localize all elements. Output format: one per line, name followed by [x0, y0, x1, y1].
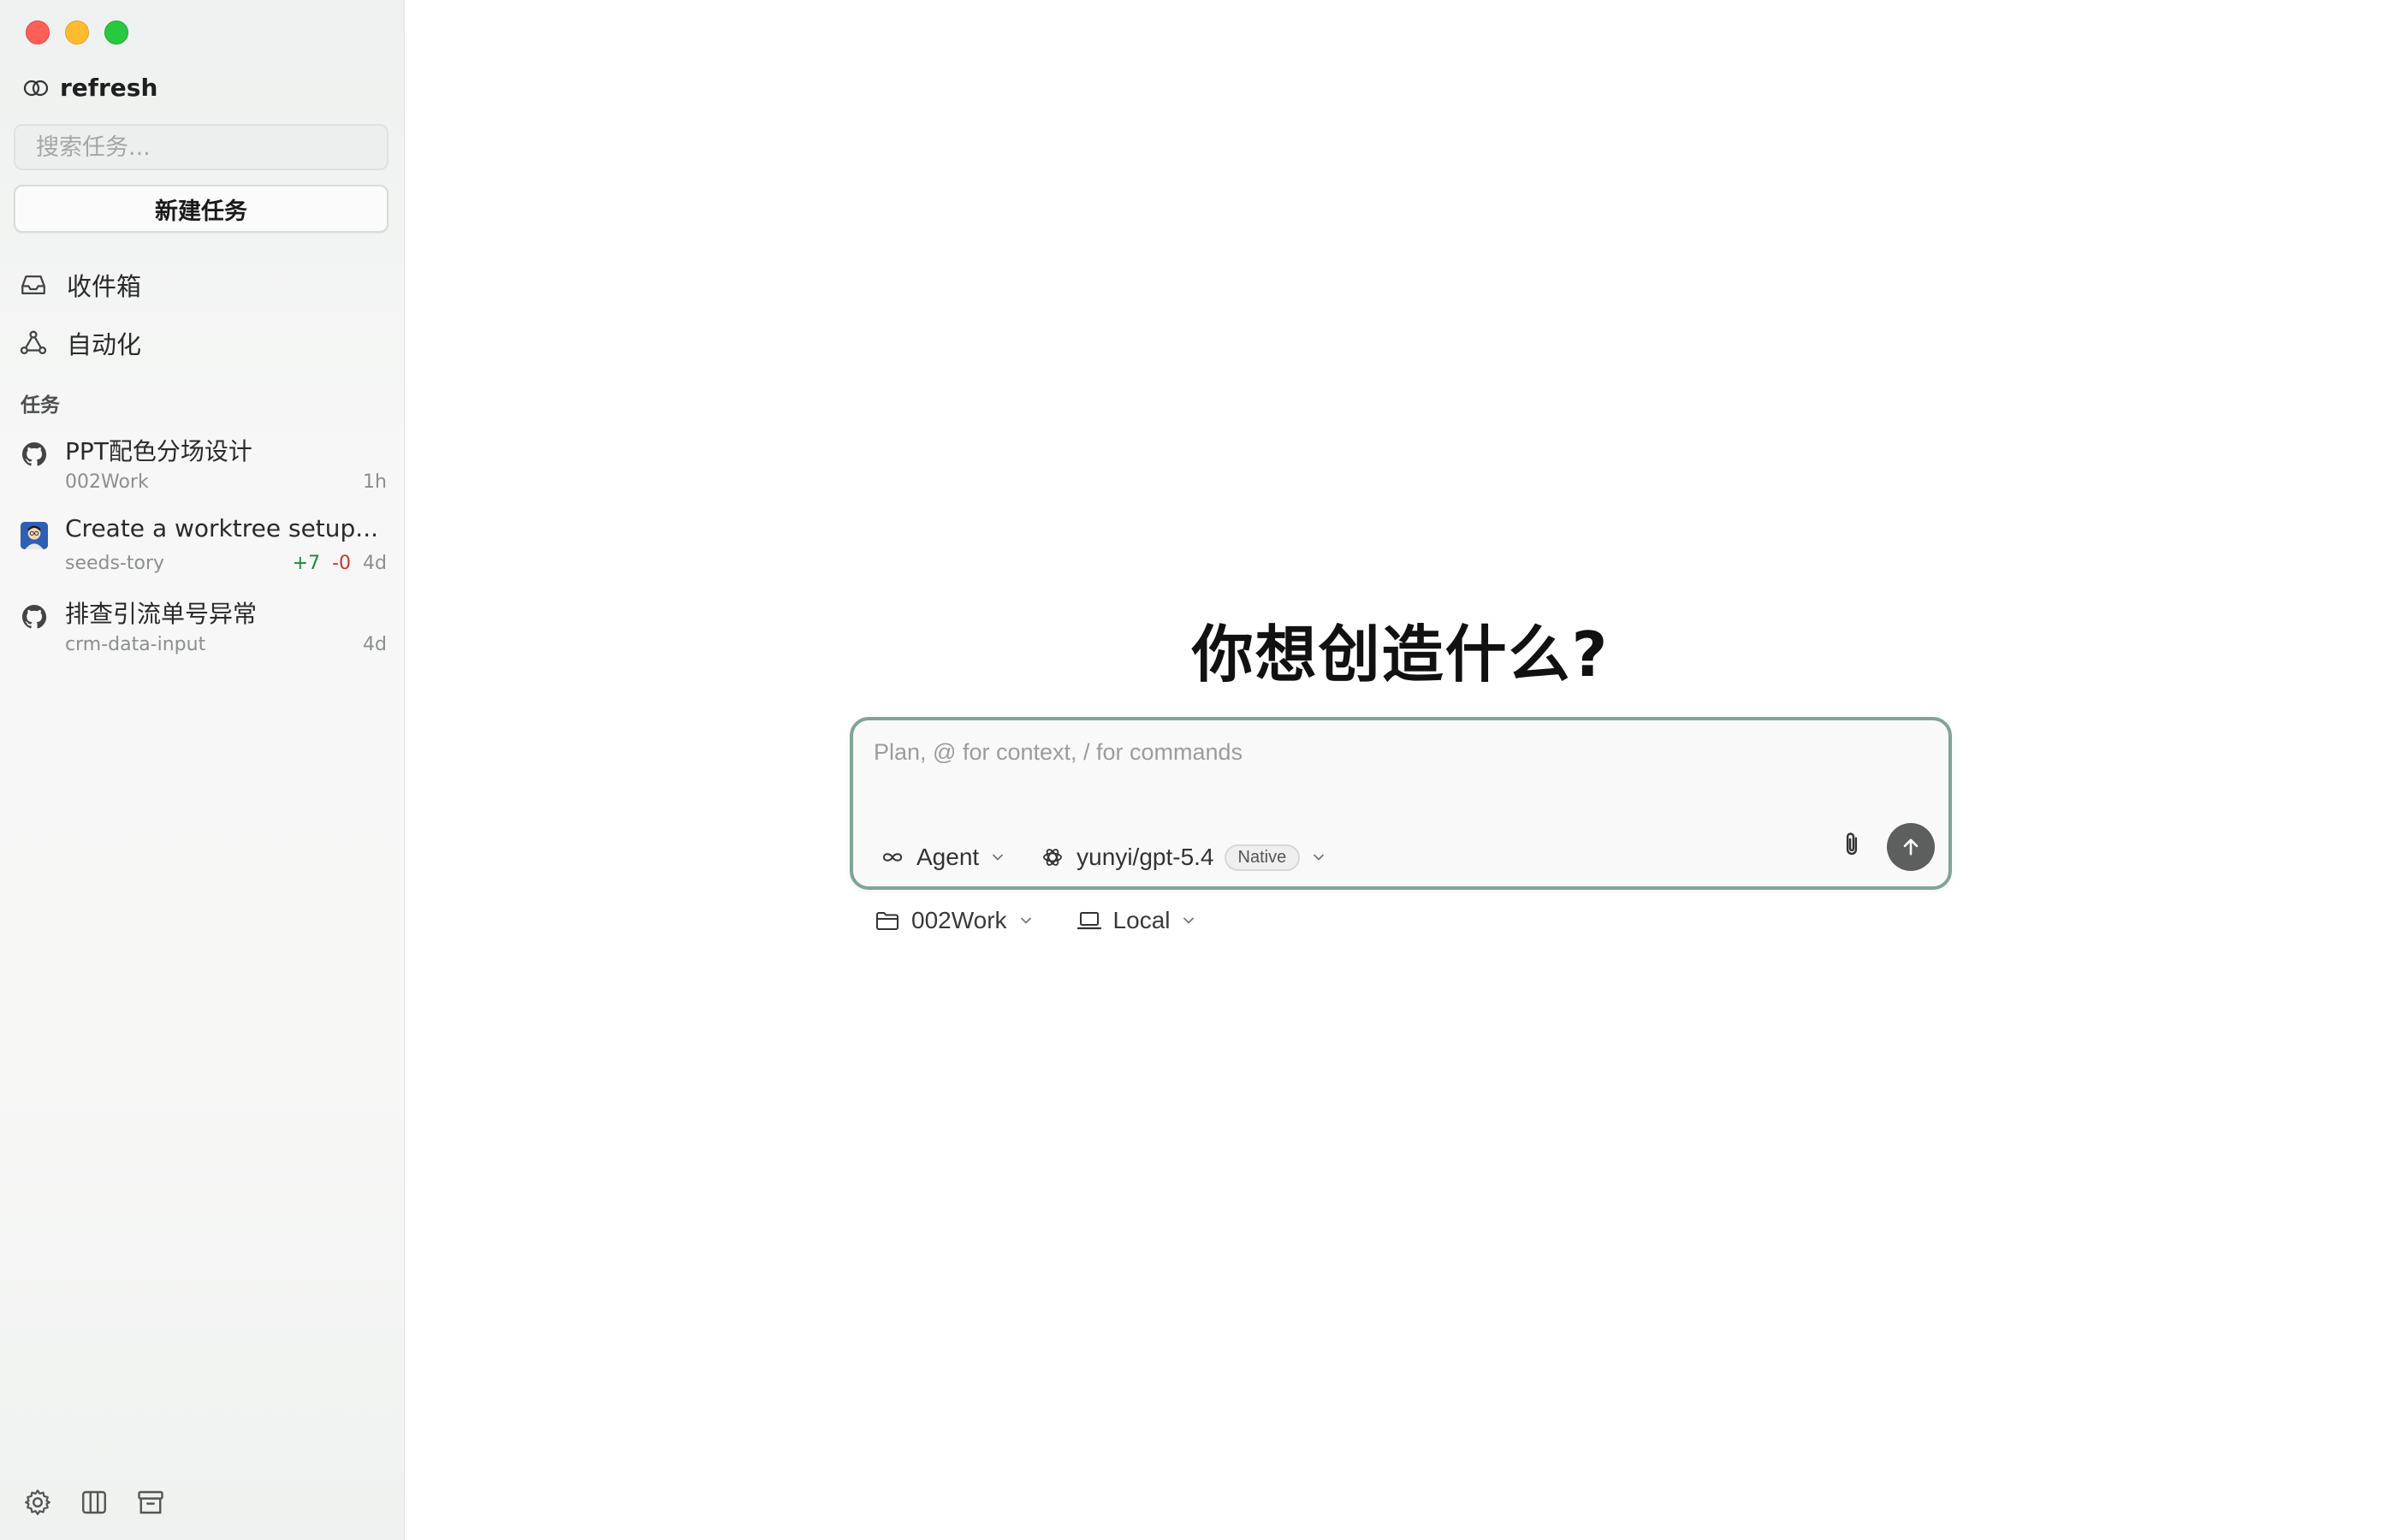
task-age: 4d — [363, 634, 387, 655]
github-icon — [22, 442, 47, 466]
folder-icon — [876, 912, 898, 930]
mode-selector[interactable]: Agent — [879, 844, 1006, 871]
sidebar-item-label: 自动化 — [67, 330, 142, 359]
task-title: Create a worktree setup... — [65, 514, 378, 542]
zoom-window-button[interactable] — [104, 21, 128, 44]
composer: Agent yunyi/gpt-5.4 Native — [850, 717, 1952, 890]
workspace-switcher[interactable]: refresh — [22, 74, 157, 102]
chevron-down-icon — [993, 854, 1004, 861]
automation-icon — [20, 330, 47, 355]
task-title: 排查引流单号异常 — [65, 600, 258, 628]
close-window-button[interactable] — [26, 21, 50, 44]
two-rings-icon — [23, 80, 49, 96]
folder-label: 002Work — [911, 907, 1007, 933]
task-age: 1h — [363, 471, 387, 493]
send-button[interactable] — [1887, 823, 1935, 871]
infinity-icon — [882, 853, 903, 862]
model-label: yunyi/gpt-5.4 — [1076, 844, 1214, 870]
app-window: refresh 新建任务 收件箱 自动化 任务 — [0, 0, 2396, 1540]
environment-selector[interactable]: Local — [1076, 907, 1198, 934]
lines-added: +7 — [292, 553, 321, 574]
folder-selector[interactable]: 002Work — [874, 907, 1035, 934]
new-task-button[interactable]: 新建任务 — [14, 185, 388, 233]
layout-button[interactable] — [79, 1487, 110, 1518]
task-title: PPT配色分场设计 — [65, 437, 252, 465]
settings-icon — [25, 1490, 50, 1515]
settings-button[interactable] — [22, 1487, 53, 1518]
main-panel: 你想创造什么? Agent — [405, 0, 2396, 1540]
laptop-icon — [1076, 912, 1101, 930]
chevron-down-icon — [1183, 917, 1195, 924]
task-meta: 1h — [363, 471, 387, 493]
workspace-name: refresh — [60, 74, 158, 102]
mode-label: Agent — [916, 844, 980, 870]
window-controls — [26, 21, 128, 44]
task-repo: crm-data-input — [65, 634, 206, 655]
paperclip-icon[interactable] — [1839, 830, 1865, 859]
page-title: 你想创造什么? — [1191, 619, 1610, 690]
columns-icon — [82, 1490, 106, 1514]
model-selector[interactable]: yunyi/gpt-5.4 Native — [1039, 844, 1327, 871]
model-badge: Native — [1224, 844, 1301, 871]
tasks-section-title: 任务 — [21, 394, 60, 417]
sidebar-item-inbox[interactable]: 收件箱 — [19, 267, 141, 303]
chevron-down-icon — [1020, 917, 1031, 924]
archive-icon — [138, 1490, 163, 1514]
composer-toolbar: Agent yunyi/gpt-5.4 Native — [879, 844, 1327, 871]
task-age: 4d — [363, 553, 387, 574]
environment-label: Local — [1112, 907, 1171, 933]
archive-button[interactable] — [135, 1487, 166, 1518]
openai-icon — [1043, 849, 1063, 866]
task-list-item[interactable]: Create a worktree setup... seeds-tory +7… — [19, 514, 387, 583]
context-bar: 002Work Local — [874, 907, 1197, 934]
search-input[interactable] — [14, 124, 388, 170]
task-meta: +7 -0 4d — [293, 553, 387, 574]
prompt-input[interactable] — [874, 739, 1926, 791]
inbox-icon — [21, 275, 45, 295]
task-repo: 002Work — [65, 471, 149, 493]
sidebar-item-label: 收件箱 — [67, 272, 142, 301]
task-list-item[interactable]: PPT配色分场设计 002Work 1h — [19, 433, 387, 501]
task-repo: seeds-tory — [65, 553, 165, 574]
chevron-down-icon — [1314, 854, 1325, 861]
github-icon — [22, 605, 47, 629]
lines-removed: -0 — [332, 553, 352, 574]
arrow-up-icon — [1903, 838, 1919, 856]
sidebar: refresh 新建任务 收件箱 自动化 任务 — [0, 0, 405, 1540]
task-meta: 4d — [363, 634, 387, 655]
minimize-window-button[interactable] — [65, 21, 89, 44]
task-list-item[interactable]: 排查引流单号异常 crm-data-input 4d — [19, 595, 387, 664]
avatar-icon — [21, 522, 48, 549]
sidebar-item-automation[interactable]: 自动化 — [19, 325, 141, 361]
sidebar-footer — [22, 1487, 166, 1518]
